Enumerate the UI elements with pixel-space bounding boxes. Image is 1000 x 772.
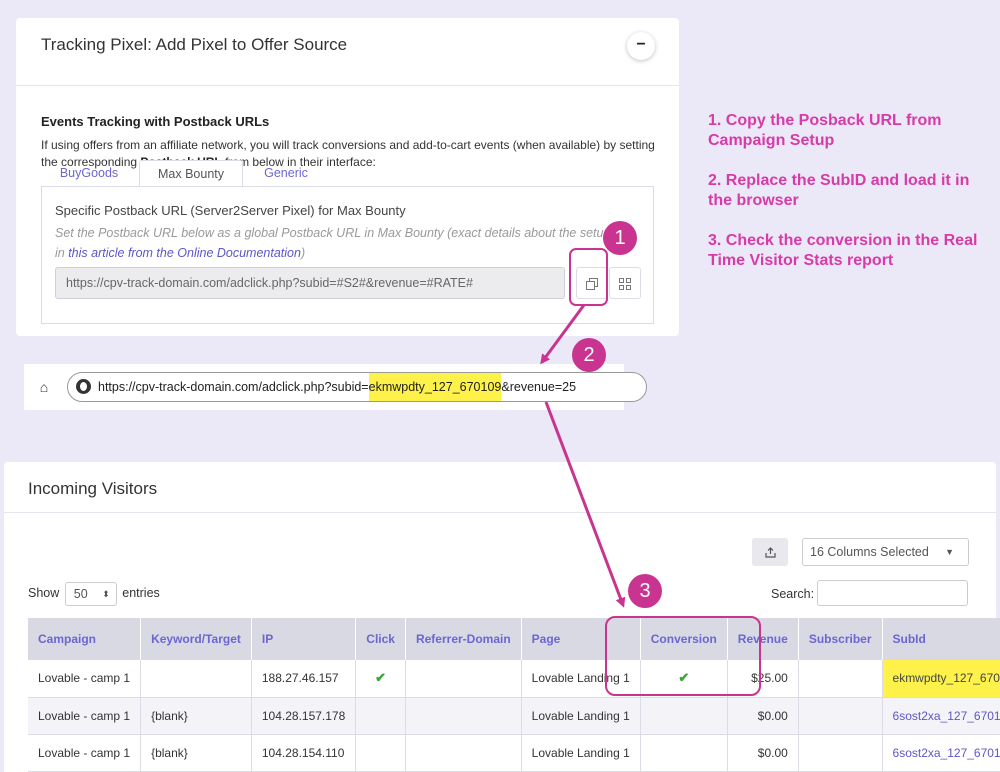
step-badge: 2 [572,338,606,372]
arrow-2 [544,401,626,608]
step-badge: 3 [628,574,662,608]
annotation-arrows [540,304,626,608]
step-badge: 1 [603,221,637,255]
